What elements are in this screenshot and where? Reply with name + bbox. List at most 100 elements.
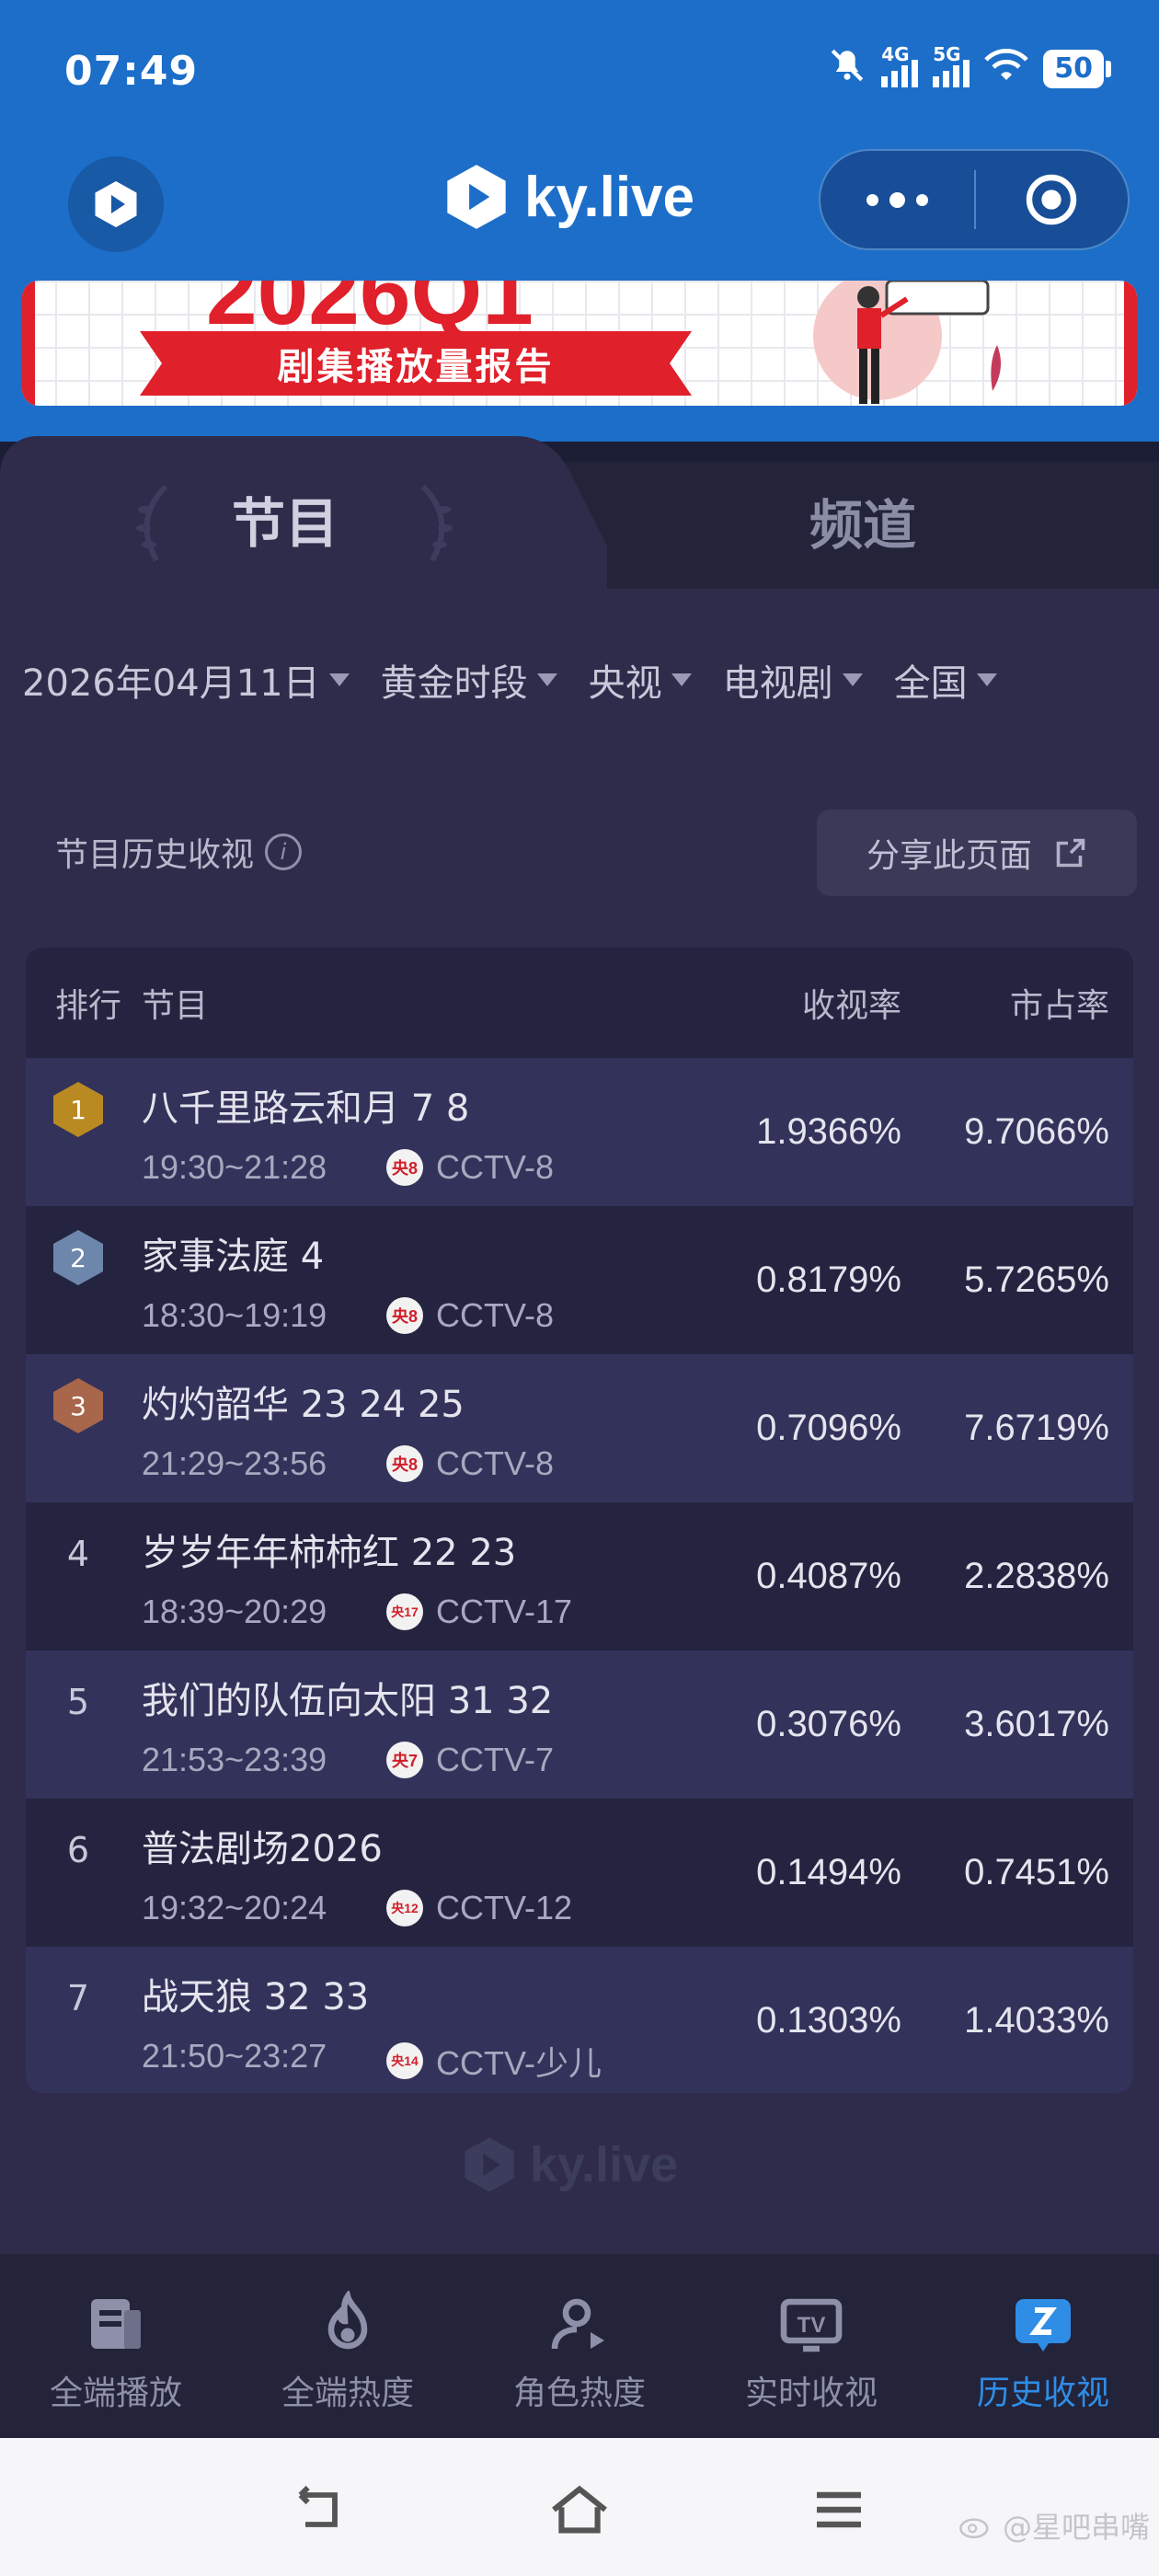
caret-down-icon xyxy=(536,673,557,686)
share-value: 5.7265% xyxy=(964,1259,1109,1300)
header-rating[interactable]: 收视率 xyxy=(802,979,901,1027)
bottom-nav: 全端播放 全端热度 角色热度 TV 实时收视 历史收视 xyxy=(0,2254,1159,2438)
filter-region[interactable]: 全国 xyxy=(894,653,997,707)
table-row[interactable]: 1 八千里路云和月 7 8 19:30~21:28 央8 CCTV-8 1.936… xyxy=(26,1058,1133,1206)
cctv-logo-icon: 央8 xyxy=(386,1445,423,1482)
brand-hexagon-icon xyxy=(465,2137,514,2192)
footer-watermark: ky.live xyxy=(460,2134,678,2195)
cctv-logo-icon: 央14 xyxy=(386,2042,423,2079)
share-value: 9.7066% xyxy=(964,1111,1109,1152)
table-row[interactable]: 5 我们的队伍向太阳 31 32 21:53~23:39 央7 CCTV-7 0.… xyxy=(26,1650,1133,1799)
tab-channel-label: 频道 xyxy=(809,494,917,557)
rating-value: 0.1494% xyxy=(756,1852,901,1892)
rank-cell: 7 xyxy=(66,1978,90,2018)
more-menu-button[interactable] xyxy=(820,191,974,208)
nav-all-play[interactable]: 全端播放 xyxy=(0,2254,232,2438)
program-title: 我们的队伍向太阳 31 32 xyxy=(142,1680,554,1722)
nav-history[interactable]: 历史收视 xyxy=(927,2254,1159,2438)
filter-bar: 2026年04月11日 黄金时段 央视 电视剧 全国 xyxy=(22,653,1028,707)
banner-illustration xyxy=(813,281,1001,404)
program-time: 19:30~21:28 xyxy=(142,1148,327,1186)
cctv-logo-icon: 央17 xyxy=(386,1593,423,1630)
program-title: 普法剧场2026 xyxy=(142,1828,383,1870)
share-page-button[interactable]: 分享此页面 xyxy=(817,810,1137,896)
channel: 央17 CCTV-17 xyxy=(386,1593,572,1631)
status-bar: 07:49 4G 5G 50 xyxy=(0,0,1159,147)
top-header: 07:49 4G 5G 50 ky.live 2026Q1 剧集播放量报告 xyxy=(0,0,1159,442)
menu-icon[interactable] xyxy=(809,2484,868,2536)
document-icon xyxy=(91,2299,141,2349)
filter-date[interactable]: 2026年04月11日 xyxy=(22,653,350,707)
gold-medal-icon: 1 xyxy=(53,1082,103,1137)
share-value: 3.6017% xyxy=(964,1704,1109,1744)
table-row[interactable]: 2 家事法庭 4 18:30~19:19 央8 CCTV-8 0.8179% 5.… xyxy=(26,1206,1133,1354)
banner-subtitle: 剧集播放量报告 xyxy=(140,331,692,396)
home-icon[interactable] xyxy=(548,2484,611,2536)
tab-bar: 节目 频道 xyxy=(0,436,1159,592)
header-share[interactable]: 市占率 xyxy=(1010,979,1109,1027)
flame-icon xyxy=(327,2291,368,2350)
laurel-right-icon xyxy=(420,484,453,562)
channel: 央7 CCTV-7 xyxy=(386,1741,554,1779)
status-time: 07:49 xyxy=(64,48,199,95)
header-rank: 排行 xyxy=(55,987,122,1025)
status-icons: 4G 5G 50 xyxy=(828,43,1111,91)
weibo-icon xyxy=(959,2518,989,2539)
rating-value: 0.4087% xyxy=(756,1556,901,1596)
signal-4g-icon: 4G xyxy=(881,43,919,87)
silver-medal-icon: 2 xyxy=(53,1230,103,1285)
rank-cell: 1 xyxy=(53,1082,103,1137)
laurel-left-icon xyxy=(136,484,168,562)
ratings-table: 排行 节目 收视率 市占率 1 八千里路云和月 7 8 19:30~21:28 … xyxy=(26,948,1133,2093)
report-banner[interactable]: 2026Q1 剧集播放量报告 xyxy=(22,281,1137,406)
table-row[interactable]: 7 战天狼 32 33 21:50~23:27 央14 CCTV-少儿 0.130… xyxy=(26,1947,1133,2093)
app-logo-button[interactable] xyxy=(68,156,164,252)
table-row[interactable]: 4 岁岁年年柿柿红 22 23 18:39~20:29 央17 CCTV-17 0… xyxy=(26,1502,1133,1650)
channel: 央14 CCTV-少儿 xyxy=(386,2037,602,2085)
mute-bell-icon xyxy=(828,46,866,91)
caret-down-icon xyxy=(328,673,350,686)
channel: 央8 CCTV-8 xyxy=(386,1296,554,1335)
channel: 央8 CCTV-8 xyxy=(386,1148,554,1187)
program-time: 18:39~20:29 xyxy=(142,1593,327,1630)
channel: 央12 CCTV-12 xyxy=(386,1889,572,1927)
main-content: 2026年04月11日 黄金时段 央视 电视剧 全国 节目历史收视 i 分享此页… xyxy=(0,589,1159,2254)
filter-network[interactable]: 央视 xyxy=(589,653,692,707)
program-time: 21:50~23:27 xyxy=(142,2037,327,2075)
rating-value: 1.9366% xyxy=(756,1111,901,1152)
rating-value: 0.8179% xyxy=(756,1259,901,1300)
channel: 央8 CCTV-8 xyxy=(386,1444,554,1483)
filter-timeslot[interactable]: 黄金时段 xyxy=(381,653,557,707)
brand-logo: ky.live xyxy=(442,160,694,234)
cctv-logo-icon: 央8 xyxy=(386,1297,423,1334)
nav-realtime[interactable]: TV 实时收视 xyxy=(695,2254,927,2438)
signal-5g-icon: 5G xyxy=(933,43,970,87)
caret-down-icon xyxy=(671,673,692,686)
back-icon[interactable] xyxy=(291,2484,350,2536)
nav-all-heat[interactable]: 全端热度 xyxy=(232,2254,464,2438)
nav-role-heat[interactable]: 角色热度 xyxy=(464,2254,695,2438)
tv-icon: TV xyxy=(780,2298,843,2352)
rank-cell: 6 xyxy=(66,1830,90,1870)
program-title: 灼灼韶华 23 24 25 xyxy=(142,1384,465,1426)
header-program: 节目 xyxy=(142,987,209,1025)
app-nav-row: ky.live xyxy=(0,147,1159,267)
info-icon[interactable]: i xyxy=(265,834,303,870)
table-header: 排行 节目 收视率 市占率 xyxy=(26,948,1133,1058)
rank-cell: 4 xyxy=(66,1534,90,1574)
filter-genre[interactable]: 电视剧 xyxy=(723,653,863,707)
battery-icon: 50 xyxy=(1043,49,1111,88)
share-value: 0.7451% xyxy=(964,1852,1109,1892)
table-row[interactable]: 3 灼灼韶华 23 24 25 21:29~23:56 央8 CCTV-8 0.7… xyxy=(26,1354,1133,1502)
bronze-medal-icon: 3 xyxy=(53,1378,103,1433)
share-value: 2.2838% xyxy=(964,1556,1109,1596)
close-target-button[interactable] xyxy=(976,170,1128,229)
share-value: 1.4033% xyxy=(964,2000,1109,2041)
credit-watermark: @星吧串嘴 xyxy=(958,2504,1150,2547)
brand-hexagon-icon xyxy=(447,165,506,229)
tab-program-label: 节目 xyxy=(232,492,339,555)
table-row[interactable]: 6 普法剧场2026 19:32~20:24 央12 CCTV-12 0.1494… xyxy=(26,1799,1133,1947)
share-value: 7.6719% xyxy=(964,1408,1109,1448)
person-icon xyxy=(551,2298,604,2350)
caret-down-icon xyxy=(976,673,997,686)
